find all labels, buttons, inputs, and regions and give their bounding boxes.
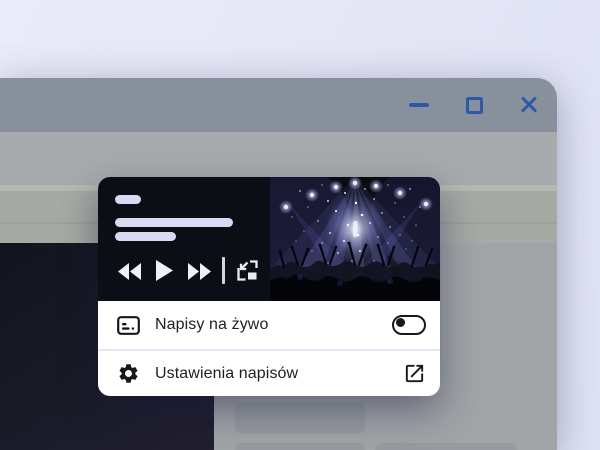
open-external-icon[interactable] [403,362,426,385]
skeleton-text-line [115,218,233,227]
media-controls-popup: Napisy na żywo Ustawienia napisów [98,177,440,396]
skeleton-card [375,443,517,450]
picture-in-picture-icon[interactable] [235,258,260,283]
media-artwork-concert-photo [270,177,440,301]
previous-track-icon[interactable] [118,263,142,280]
caption-settings-row[interactable]: Ustawienia napisów [98,351,440,396]
live-captions-toggle[interactable] [392,315,426,335]
live-captions-label: Napisy na żywo [155,316,268,334]
live-captions-row[interactable]: Napisy na żywo [98,301,440,349]
controls-divider [222,257,225,284]
play-icon[interactable] [156,260,174,281]
next-track-icon[interactable] [188,263,212,280]
close-button[interactable] [520,96,538,114]
maximize-button[interactable] [466,97,483,114]
skeleton-title-line [115,195,141,204]
live-captions-icon [117,314,140,337]
skeleton-card [235,402,365,434]
settings-gear-icon [117,362,140,385]
caption-settings-label: Ustawienia napisów [155,365,298,383]
desktop-background: Napisy na żywo Ustawienia napisów [0,0,600,450]
toggle-knob [396,318,405,327]
skeleton-text-line [115,232,176,241]
skeleton-card [235,443,365,450]
media-player-card [98,177,440,301]
minimize-button[interactable] [409,103,429,106]
window-titlebar [0,78,557,132]
